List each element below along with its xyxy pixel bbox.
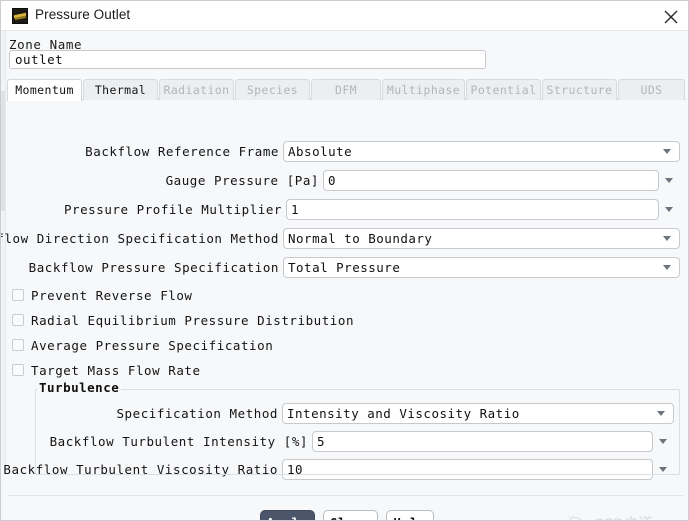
checkbox-row-radial-equilibrium-pressure-distribution[interactable]: Radial Equilibrium Pressure Distribution bbox=[1, 312, 401, 330]
backflow-reference-frame-select[interactable]: Absolute bbox=[283, 141, 680, 162]
checkbox-target-mass-flow-rate[interactable] bbox=[12, 364, 24, 376]
pressure-profile-multiplier-row: Pressure Profile Multiplier 1 bbox=[1, 199, 688, 222]
turbulence-group-title: Turbulence bbox=[37, 380, 122, 395]
backflow-pressure-specification-chevron-down-icon[interactable] bbox=[663, 265, 672, 271]
tab-uds: UDS bbox=[618, 79, 685, 100]
footer-separator bbox=[8, 495, 683, 496]
tab-dfm: DFM bbox=[311, 79, 381, 100]
close-icon[interactable] bbox=[656, 4, 686, 28]
checkbox-prevent-reverse-flow[interactable] bbox=[12, 289, 24, 301]
help-button[interactable]: Help bbox=[386, 510, 434, 520]
dialog-body: Zone Name MomentumThermalRadiationSpecie… bbox=[1, 31, 688, 520]
pressure-profile-multiplier-input[interactable]: 1 bbox=[286, 199, 659, 220]
backflow-direction-specification-method-select[interactable]: Normal to Boundary bbox=[283, 228, 680, 249]
watermark-text: CFD之道 bbox=[594, 513, 653, 520]
tab-radiation: Radiation bbox=[159, 79, 234, 100]
backflow-reference-frame-row: Backflow Reference Frame Absolute bbox=[1, 141, 688, 164]
checkbox-row-target-mass-flow-rate[interactable]: Target Mass Flow Rate bbox=[1, 362, 401, 380]
backflow-direction-specification-method-chevron-down-icon[interactable] bbox=[663, 236, 672, 242]
title-bar: Pressure Outlet bbox=[1, 1, 688, 31]
tab-potential: Potential bbox=[466, 79, 541, 100]
gauge-pressure-pa-row: Gauge Pressure [Pa] 0 bbox=[1, 170, 688, 193]
pressure-outlet-dialog: Pressure Outlet Zone Name MomentumTherma… bbox=[0, 0, 689, 521]
backflow-pressure-specification-select[interactable]: Total Pressure bbox=[283, 257, 680, 278]
tab-strip: Momentum Thermal Radiation Species DFM Multip… bbox=[7, 79, 686, 101]
checkbox-row-average-pressure-specification[interactable]: Average Pressure Specification bbox=[1, 337, 401, 355]
pressure-profile-multiplier-chevron-down-icon[interactable] bbox=[665, 207, 674, 213]
tab-thermal[interactable]: Thermal bbox=[83, 79, 158, 100]
watermark: CFD之道 bbox=[566, 512, 678, 520]
apply-button[interactable]: Apply bbox=[260, 510, 315, 520]
checkbox-label-radial-equilibrium-pressure-distribution: Radial Equilibrium Pressure Distribution bbox=[31, 313, 355, 328]
backflow-direction-specification-method-row: Backflow Direction Specification Method N… bbox=[1, 228, 688, 251]
checkbox-radial-equilibrium-pressure-distribution[interactable] bbox=[12, 314, 24, 326]
close-button[interactable]: Close bbox=[323, 510, 378, 520]
backflow-pressure-specification-label: Backflow Pressure Specification bbox=[28, 260, 279, 275]
checkbox-average-pressure-specification[interactable] bbox=[12, 339, 24, 351]
backflow-direction-specification-method-label: Backflow Direction Specification Method bbox=[1, 231, 279, 246]
gauge-pressure-pa-chevron-down-icon[interactable] bbox=[665, 178, 674, 184]
pressure-profile-multiplier-label: Pressure Profile Multiplier bbox=[63, 202, 282, 217]
tab-multiphase: Multiphase bbox=[382, 79, 465, 100]
checkbox-row-prevent-reverse-flow[interactable]: Prevent Reverse Flow bbox=[1, 287, 401, 305]
backflow-reference-frame-chevron-down-icon[interactable] bbox=[663, 149, 672, 155]
wechat-official-account-icon bbox=[567, 514, 582, 520]
backflow-reference-frame-label: Backflow Reference Frame bbox=[85, 144, 279, 159]
gauge-pressure-pa-label: Gauge Pressure [Pa] bbox=[165, 173, 319, 188]
tab-momentum[interactable]: Momentum bbox=[7, 79, 82, 101]
turbulence-group-box bbox=[35, 389, 680, 475]
gauge-pressure-pa-input[interactable]: 0 bbox=[323, 170, 659, 191]
tab-species: Species bbox=[235, 79, 310, 100]
checkbox-label-average-pressure-specification: Average Pressure Specification bbox=[31, 338, 274, 353]
tab-structure: Structure bbox=[542, 79, 617, 100]
window-title: Pressure Outlet bbox=[35, 7, 131, 22]
zone-name-input[interactable] bbox=[9, 50, 486, 69]
checkbox-label-prevent-reverse-flow: Prevent Reverse Flow bbox=[31, 288, 193, 303]
backflow-pressure-specification-row: Backflow Pressure Specification Total Pre… bbox=[1, 257, 688, 280]
checkbox-label-target-mass-flow-rate: Target Mass Flow Rate bbox=[31, 363, 201, 378]
fluent-app-icon bbox=[12, 8, 28, 24]
